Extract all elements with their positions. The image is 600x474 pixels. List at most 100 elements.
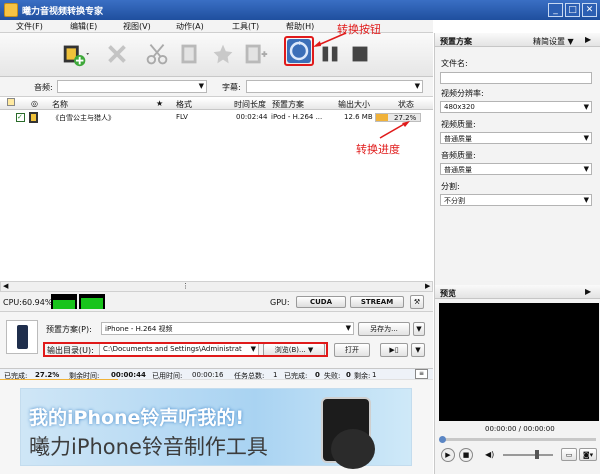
film-add-icon [63,45,90,67]
preview-screen [439,303,599,421]
preview-time: 00:00:00 / 00:00:00 [485,425,555,433]
stop-icon [352,46,368,62]
panel-expand-icon[interactable]: ▶ [585,35,591,44]
audio-quality-select[interactable]: 普通质量 ▼ [440,163,592,175]
video-file-icon [29,112,38,123]
header-preset[interactable]: 预置方案 [272,99,304,110]
resolution-select[interactable]: 480x320 ▼ [440,101,592,113]
toolbar [0,33,433,77]
table-header: ◎ 名称 ★ 格式 时间长度 预置方案 输出大小 状态 [0,98,433,110]
play-button[interactable]: ▶ [441,448,455,462]
stop-button[interactable] [346,38,374,70]
status-elapsed-value: 00:00:16 [192,371,224,379]
row-preset: iPod - H.264 ... [271,113,323,121]
header-duration[interactable]: 时间长度 [234,99,266,110]
close-button[interactable]: ✕ [582,3,597,17]
cpu-label: CPU:60.94% [3,298,53,307]
scroll-thumb[interactable]: ⋮ [182,282,189,290]
preset-select[interactable]: iPhone - H.264 视频 ▼ [101,322,354,335]
annotation-arrow-icon [379,121,410,139]
save-as-menu-button[interactable]: ▼ [413,322,425,336]
video-quality-label: 视频质量: [441,120,476,129]
row-checkbox[interactable]: ✓ [16,113,25,122]
merge-button[interactable] [238,38,272,70]
cpu-graph-1 [51,294,77,309]
title-bar: 曦力音视频转换专家 _ □ ✕ [0,0,600,20]
cut-button[interactable] [140,38,174,70]
info-icon: ◎ [31,99,38,108]
volume-thumb[interactable] [535,450,539,459]
audio-quality-label: 音频质量: [441,151,476,160]
open-button[interactable]: 打开 [334,343,370,357]
camera-icon[interactable]: ◙▾ [579,448,597,461]
row-name: 《白雪公主与猎人》 [52,114,115,122]
preview-expand-icon[interactable]: ▶ [585,287,591,296]
add-file-button[interactable] [58,38,92,70]
preview-title: 预览 [440,289,456,298]
fine-settings-menu[interactable]: 精简设置 ▼ [533,36,574,47]
row-duration: 00:02:44 [236,113,268,121]
scroll-right-icon[interactable]: ▶ [425,282,430,290]
video-quality-select[interactable]: 普通质量 ▼ [440,132,592,144]
cpu-graph-2 [79,294,105,309]
row-size: 12.6 MB [344,113,373,121]
resolution-label: 视频分辨率: [441,89,484,98]
annotation-arrow-icon [313,32,347,47]
volume-icon[interactable]: ◀) [485,450,494,459]
effects-button[interactable] [206,38,240,70]
preview-panel-header: 预览 ▶ [435,285,600,299]
annotation-convert-progress: 转换进度 [356,143,400,156]
menu-edit[interactable]: 编辑(E) [70,21,97,32]
clip-button[interactable] [172,38,206,70]
status-done-value: 27.2% [35,371,60,379]
volume-slider[interactable] [503,450,553,459]
minimize-button[interactable]: _ [548,3,563,17]
preview-stop-button[interactable]: ■ [459,448,473,462]
save-as-button[interactable]: 另存为... [358,322,410,336]
split-select[interactable]: 不分割 ▼ [440,194,592,206]
filter-bar: 音频: ▼ 字幕: ▼ [0,77,433,97]
audio-select[interactable]: ▼ [57,80,207,93]
device-sync-button[interactable]: ▶▯ [380,343,408,357]
app-icon [4,3,18,17]
device-iphone-icon [6,320,38,354]
table-row[interactable]: ✓ 《白雪公主与猎人》 FLV 00:02:44 iPod - H.264 ..… [0,111,433,124]
header-format[interactable]: 格式 [176,99,192,110]
header-status[interactable]: 状态 [398,99,414,110]
scroll-left-icon[interactable]: ◀ [3,282,8,290]
filename-input[interactable] [440,72,592,84]
menu-file[interactable]: 文件(F) [16,21,43,32]
header-star[interactable]: ★ [156,99,163,108]
wrench-icon[interactable]: ⚒ [410,295,424,309]
log-icon[interactable]: ≡ [415,369,428,379]
menu-tools[interactable]: 工具(T) [232,21,259,32]
status-completed-value: 0 [315,371,320,379]
filename-label: 文件名: [441,59,468,68]
ad-banner[interactable]: 我的iPhone铃声听我的! 曦力iPhone铃音制作工具 [20,388,412,469]
subtitle-select[interactable]: ▼ [246,80,423,93]
ati-stream-logo: STREAM [350,296,404,308]
select-all-checkbox[interactable] [7,98,15,106]
output-settings: 预置方案(P): iPhone - H.264 视频 ▼ 另存为... ▼ 输出目… [0,312,433,368]
audio-label: 音频: [34,83,53,92]
row-format: FLV [176,113,188,121]
gpu-label: GPU: [270,298,290,307]
delete-button[interactable] [100,38,134,70]
seek-thumb[interactable] [439,436,446,443]
header-size[interactable]: 输出大小 [338,99,370,110]
preset-label: 预置方案(P): [46,325,92,334]
device-menu-button[interactable]: ▼ [411,343,425,357]
horizontal-scrollbar[interactable]: ◀ ⋮ ▶ [0,281,433,292]
ad-line1: 我的iPhone铃声听我的! [29,407,245,429]
menu-action[interactable]: 动作(A) [176,21,204,32]
snapshot-settings-button[interactable]: ▭ [561,448,577,461]
seek-slider[interactable] [439,436,596,443]
maximize-button[interactable]: □ [565,3,580,17]
menu-view[interactable]: 视图(V) [123,21,151,32]
ad-line2: 曦力iPhone铃音制作工具 [29,435,268,459]
star-icon [213,44,233,64]
preset-panel-header: 预置方案 精简设置 ▼ ▶ [435,33,600,47]
preset-panel-title: 预置方案 [440,37,472,46]
delete-icon [108,45,126,63]
header-name[interactable]: 名称 [52,99,68,110]
